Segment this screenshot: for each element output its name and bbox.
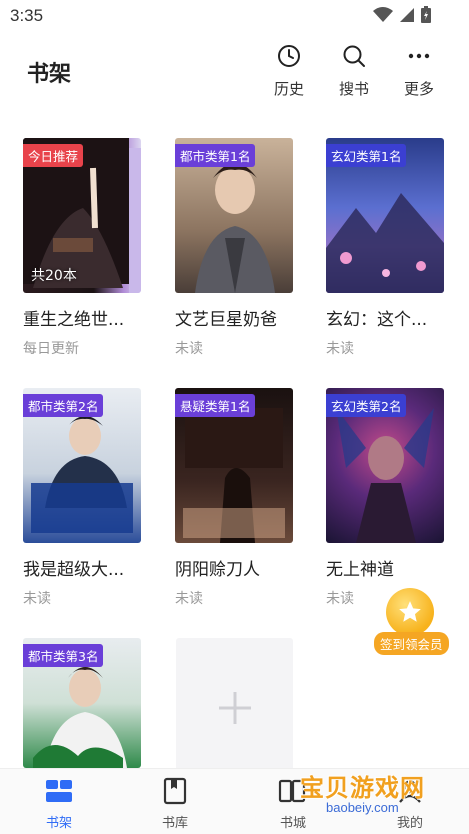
search-books-label: 搜书 — [338, 80, 369, 98]
plus-icon — [218, 692, 251, 724]
nav-item-bookshelf[interactable]: 书架 — [29, 775, 89, 831]
watermark-text: 宝贝游戏网 — [300, 774, 425, 802]
book-status: 未读 — [175, 341, 203, 357]
book-status: 未读 — [23, 591, 51, 607]
add-book-button[interactable] — [176, 638, 293, 778]
book-title: 重生之绝世... — [23, 310, 125, 330]
book-card[interactable]: 都市类第1名 文艺巨星奶爸 未读 — [175, 138, 293, 358]
medal-icon — [386, 588, 434, 636]
book-cover: 今日推荐 共20本 — [23, 138, 141, 293]
more-icon — [408, 53, 430, 59]
book-status: 未读 — [175, 591, 203, 607]
clock-icon — [278, 45, 300, 67]
battery-icon — [421, 6, 431, 23]
watermark-url: baobeiy.com — [326, 800, 399, 815]
book-title: 我是超级大... — [23, 560, 125, 580]
book-library-icon — [163, 777, 187, 804]
watermark: 宝贝游戏网 baobeiy.com — [300, 768, 450, 828]
nav-label-library: 书库 — [161, 816, 188, 831]
book-title: 文艺巨星奶爸 — [175, 310, 277, 330]
bookshelf-icon — [46, 779, 72, 802]
book-cover: 玄幻类第2名 — [326, 388, 444, 543]
search-icon — [343, 45, 365, 67]
sign-in-reward-button[interactable]: 签到领会员 — [370, 588, 452, 658]
book-title: 玄幻：这个... — [326, 310, 428, 330]
page-title: 书架 — [27, 62, 72, 87]
history-button[interactable]: 历史 — [265, 42, 313, 102]
more-button[interactable]: 更多 — [395, 42, 443, 102]
book-title: 无上神道 — [326, 560, 394, 580]
book-rank-badge: 都市类第2名 — [23, 394, 104, 417]
book-cover: 都市类第1名 — [175, 138, 293, 293]
book-title: 阴阳赊刀人 — [175, 560, 260, 580]
book-count-tag: 共20本 — [31, 268, 77, 284]
book-status: 每日更新 — [23, 341, 79, 357]
book-card[interactable]: 悬疑类第1名 阴阳赊刀人 未读 — [175, 388, 293, 608]
book-card[interactable]: 今日推荐 共20本 重生之绝世... 每日更新 — [23, 138, 141, 358]
wifi-icon — [373, 6, 393, 22]
book-rank-badge: 今日推荐 — [23, 144, 84, 167]
book-card[interactable]: 玄幻类第1名 玄幻：这个... 未读 — [326, 138, 444, 358]
book-cover: 都市类第3名 — [23, 638, 141, 768]
status-icons — [373, 6, 431, 23]
status-bar: 3:35 — [0, 0, 469, 34]
nav-item-library[interactable]: 书库 — [145, 775, 205, 831]
book-card[interactable]: 都市类第2名 我是超级大... 未读 — [23, 388, 141, 608]
reward-label: 签到领会员 — [374, 632, 449, 655]
search-books-button[interactable]: 搜书 — [330, 42, 378, 102]
signal-icon — [400, 7, 414, 22]
nav-label-bookshelf: 书架 — [45, 816, 72, 831]
status-time: 3:35 — [10, 6, 44, 25]
header: 书架 历史 搜书 更多 — [0, 34, 469, 114]
history-label: 历史 — [273, 80, 304, 98]
book-rank-badge: 玄幻类第2名 — [326, 394, 407, 417]
book-status: 未读 — [326, 341, 354, 357]
book-card[interactable]: 玄幻类第2名 无上神道 未读 — [326, 388, 444, 608]
book-rank-badge: 悬疑类第1名 — [175, 394, 256, 417]
book-rank-badge: 都市类第3名 — [23, 644, 104, 667]
book-rank-badge: 都市类第1名 — [175, 144, 256, 167]
book-cover: 悬疑类第1名 — [175, 388, 293, 543]
book-cover: 都市类第2名 — [23, 388, 141, 543]
book-card[interactable]: 都市类第3名 — [23, 638, 141, 768]
book-cover: 玄幻类第1名 — [326, 138, 444, 293]
more-label: 更多 — [403, 80, 434, 98]
book-rank-badge: 玄幻类第1名 — [326, 144, 407, 167]
